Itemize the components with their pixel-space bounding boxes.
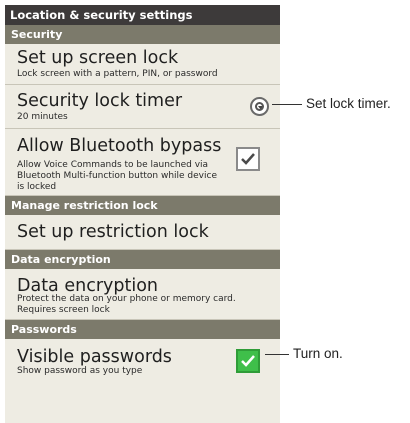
window-title: Location & security settings (5, 5, 280, 25)
callout-set-lock-timer: Set lock timer. (306, 96, 391, 111)
setting-subtitle-line: Protect the data on your phone or memory… (17, 294, 236, 304)
setting-security-lock-timer[interactable]: Security lock timer 20 minutes (5, 85, 280, 129)
dropdown-arrow-icon[interactable] (250, 97, 269, 116)
visible-passwords-checkbox[interactable] (236, 349, 260, 373)
setting-title: Set up screen lock (17, 48, 179, 68)
setting-subtitle-line: Requires screen lock (17, 305, 110, 315)
setting-data-encryption[interactable]: Data encryption Protect the data on your… (5, 269, 280, 320)
setting-title: Set up restriction lock (17, 222, 209, 242)
setting-subtitle: Show password as you type (17, 366, 143, 376)
setting-subtitle-line: Bluetooth Multi-function button while de… (17, 171, 217, 181)
setting-allow-bluetooth-bypass[interactable]: Allow Bluetooth bypass Allow Voice Comma… (5, 129, 280, 196)
bluetooth-bypass-checkbox[interactable] (236, 147, 260, 171)
callout-line-lock-timer (272, 104, 302, 105)
setting-title: Data encryption (17, 276, 159, 296)
section-header-security: Security (5, 25, 280, 44)
settings-screen: Location & security settings Security Se… (5, 5, 280, 423)
setting-subtitle-line: is locked (17, 182, 57, 192)
checkmark-icon (241, 355, 255, 367)
section-header-passwords: Passwords (5, 320, 280, 339)
setting-visible-passwords[interactable]: Visible passwords Show password as you t… (5, 339, 280, 389)
setting-screen-lock[interactable]: Set up screen lock Lock screen with a pa… (5, 44, 280, 85)
setting-title: Security lock timer (17, 91, 183, 111)
setting-subtitle-line: Allow Voice Commands to be launched via (17, 160, 209, 170)
section-header-manage-restriction-lock: Manage restriction lock (5, 196, 280, 215)
setting-title: Allow Bluetooth bypass (17, 136, 222, 156)
section-header-data-encryption: Data encryption (5, 250, 280, 269)
callout-turn-on: Turn on. (293, 346, 343, 361)
callout-line-turn-on (265, 354, 289, 355)
checkmark-icon (241, 153, 255, 165)
setting-restriction-lock[interactable]: Set up restriction lock (5, 215, 280, 250)
setting-subtitle: Lock screen with a pattern, PIN, or pass… (17, 69, 218, 79)
setting-subtitle: 20 minutes (17, 112, 68, 122)
setting-title: Visible passwords (17, 347, 172, 367)
